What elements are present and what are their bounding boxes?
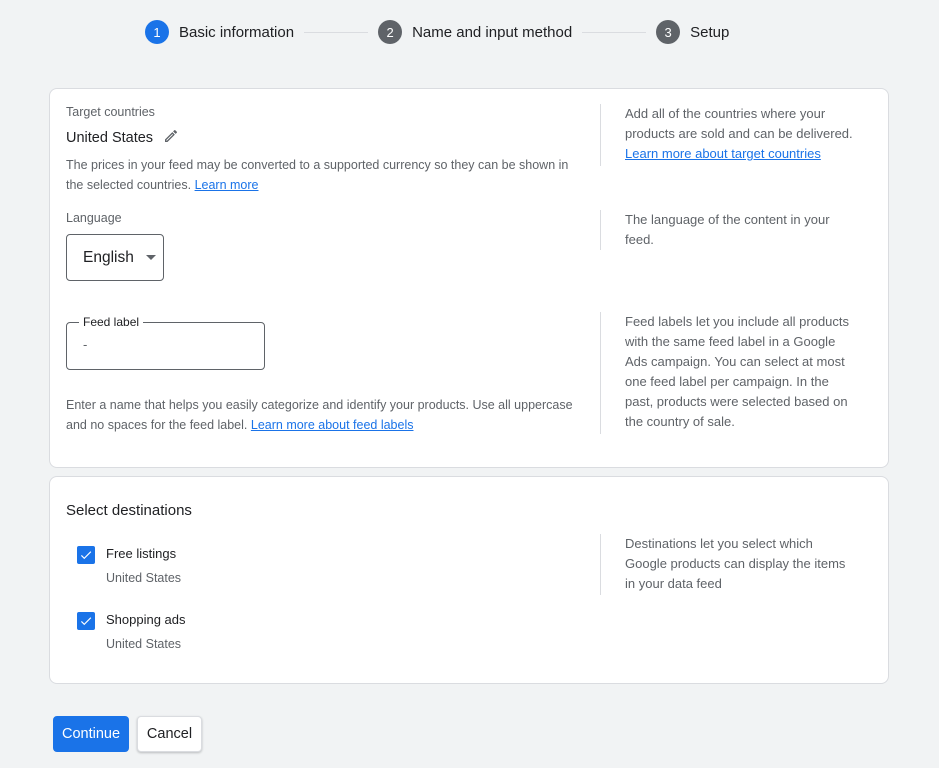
step-label: Basic information — [179, 23, 295, 41]
target-countries-label: Target countries — [66, 105, 155, 119]
target-countries-help-text: Add all of the countries where your prod… — [625, 106, 853, 141]
continue-button[interactable]: Continue — [53, 716, 129, 752]
feed-label-note: Enter a name that helps you easily categ… — [66, 395, 581, 435]
feed-label-help: Feed labels let you include all products… — [600, 312, 860, 434]
checkmark-icon — [80, 551, 92, 560]
cancel-button[interactable]: Cancel — [137, 716, 202, 752]
learn-more-link[interactable]: Learn more — [195, 178, 259, 192]
free-listings-label[interactable]: Free listings — [106, 546, 176, 561]
free-listings-country: United States — [106, 571, 182, 585]
target-countries-value: United States — [66, 129, 154, 146]
stepper: 1 Basic information 2 Name and input met… — [145, 20, 729, 44]
language-dropdown[interactable]: English — [66, 234, 164, 281]
learn-more-target-countries-link[interactable]: Learn more about target countries — [625, 146, 821, 161]
step-label: Name and input method — [412, 23, 573, 41]
free-listings-checkbox[interactable] — [77, 546, 95, 564]
destinations-help: Destinations let you select which Google… — [600, 534, 850, 595]
step-connector — [582, 31, 647, 33]
step-basic-information[interactable]: 1 Basic information — [145, 20, 294, 44]
feed-label-floating-label: Feed label — [79, 315, 144, 329]
target-countries-note: The prices in your feed may be converted… — [66, 155, 576, 195]
shopping-ads-checkbox[interactable] — [77, 612, 95, 630]
language-help: The language of the content in your feed… — [600, 210, 860, 250]
currency-note-text: The prices in your feed may be converted… — [66, 158, 569, 192]
shopping-ads-label[interactable]: Shopping ads — [106, 612, 186, 627]
step-label: Setup — [690, 23, 730, 41]
shopping-ads-country: United States — [106, 637, 182, 651]
dropdown-arrow-icon — [145, 255, 156, 260]
destinations-card: Select destinations Free listings United… — [49, 476, 889, 684]
language-selected-value: English — [83, 248, 134, 266]
step-number: 2 — [378, 20, 403, 44]
feed-label-input[interactable] — [83, 337, 253, 352]
target-countries-help: Add all of the countries where your prod… — [600, 104, 860, 166]
language-label: Language — [66, 211, 122, 225]
basic-information-card: Target countries United States The price… — [49, 88, 889, 468]
step-name-and-input-method[interactable]: 2 Name and input method — [378, 20, 572, 44]
learn-more-feed-labels-link[interactable]: Learn more about feed labels — [251, 418, 414, 432]
step-number: 1 — [145, 20, 169, 44]
step-number: 3 — [656, 20, 681, 44]
target-countries-row: United States — [66, 128, 179, 148]
checkmark-icon — [80, 617, 92, 626]
step-setup[interactable]: 3 Setup — [656, 20, 729, 44]
edit-pencil-icon[interactable] — [163, 128, 179, 148]
destinations-title: Select destinations — [66, 502, 192, 519]
feed-label-field[interactable]: Feed label — [66, 315, 265, 370]
step-connector — [304, 31, 369, 33]
